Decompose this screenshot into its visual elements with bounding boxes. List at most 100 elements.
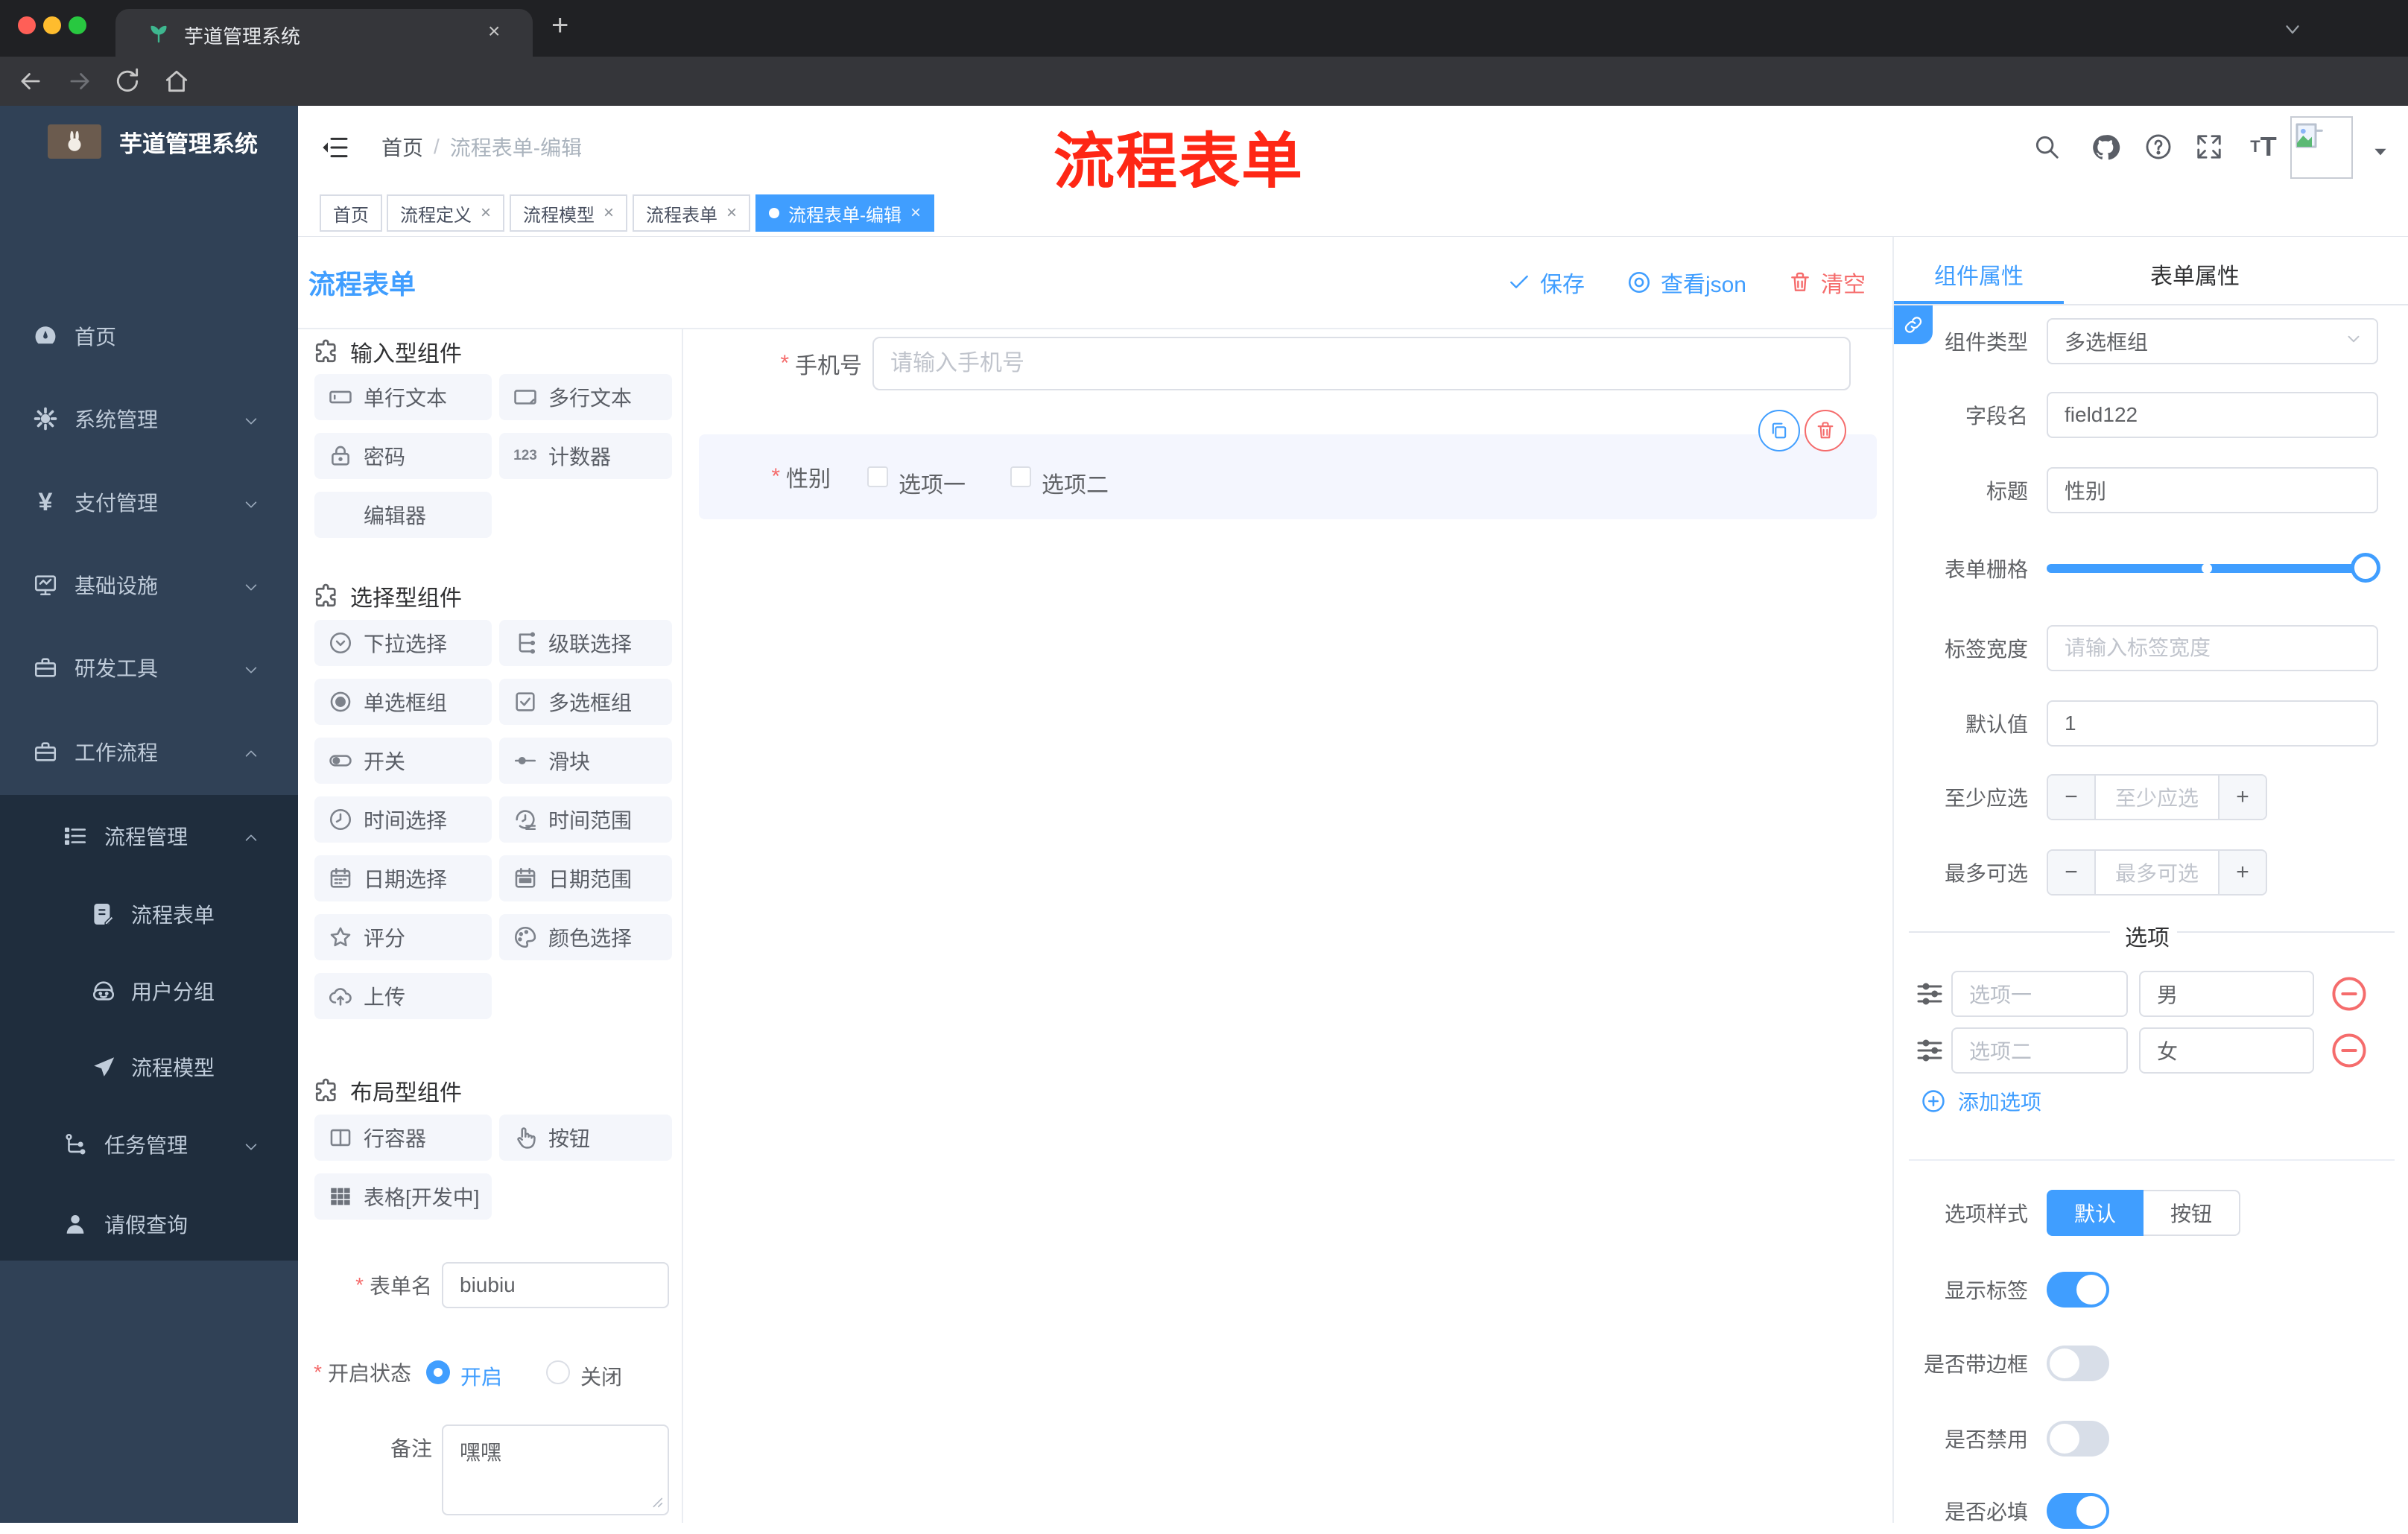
form-name-input[interactable] (442, 1262, 669, 1308)
browser-tab[interactable]: 芋道管理系统 × (115, 9, 533, 57)
component-row-container[interactable]: 行容器 (314, 1115, 492, 1161)
phone-input[interactable] (872, 337, 1851, 390)
remark-textarea[interactable]: 嘿嘿 (442, 1424, 669, 1515)
radio-off-unselected[interactable] (546, 1360, 570, 1384)
component-cascader[interactable]: 级联选择 (499, 620, 672, 666)
tab-form-props[interactable]: 表单属性 (2110, 247, 2280, 301)
component-slider[interactable]: 滑块 (499, 738, 672, 784)
label-width-input[interactable] (2047, 625, 2378, 671)
sidebar-item-process-form[interactable]: 流程表单 (0, 873, 298, 955)
close-icon[interactable]: × (910, 203, 921, 224)
gender-option2-checkbox[interactable] (1010, 466, 1031, 487)
component-rate[interactable]: 评分 (314, 914, 492, 960)
component-time-picker[interactable]: 时间选择 (314, 796, 492, 843)
add-option-button[interactable]: 添加选项 (1921, 1086, 2041, 1116)
sidebar-item-dev-tools[interactable]: 研发工具 (0, 627, 298, 709)
component-multi-line-text[interactable]: 多行文本 (499, 374, 672, 420)
component-button[interactable]: 按钮 (499, 1115, 672, 1161)
component-upload[interactable]: 上传 (314, 973, 492, 1019)
drag-handle-icon[interactable] (1915, 1036, 1945, 1065)
tab-component-props[interactable]: 组件属性 (1894, 247, 2064, 301)
sidebar-item-task-management[interactable]: 任务管理 (0, 1103, 298, 1185)
sidebar-item-home[interactable]: 首页 (0, 295, 298, 377)
home-icon[interactable] (162, 67, 191, 95)
sidebar-item-payment[interactable]: ¥ 支付管理 (0, 461, 298, 543)
style-default-button[interactable]: 默认 (2047, 1190, 2144, 1236)
gender-option2-label[interactable]: 选项二 (1042, 466, 1109, 499)
option2-label-input[interactable] (1951, 1027, 2128, 1074)
component-radio-group[interactable]: 单选框组 (314, 679, 492, 725)
component-date-range[interactable]: 日期范围 (499, 855, 672, 901)
chrome-chevron-down-icon[interactable] (2281, 18, 2304, 40)
copy-component-button[interactable] (1758, 410, 1800, 451)
component-counter[interactable]: 123 计数器 (499, 433, 672, 479)
component-time-range[interactable]: 时间范围 (499, 796, 672, 843)
tab-close-icon[interactable]: × (488, 19, 500, 43)
sidebar-item-leave-query[interactable]: 请假查询 (0, 1183, 298, 1265)
option2-value-input[interactable] (2139, 1027, 2314, 1074)
component-switch[interactable]: 开关 (314, 738, 492, 784)
field-name-input[interactable] (2047, 392, 2378, 438)
tag-process-definition[interactable]: 流程定义 × (387, 194, 505, 232)
close-icon[interactable]: × (481, 203, 491, 224)
clear-button[interactable]: 清空 (1788, 266, 1866, 299)
back-icon[interactable] (16, 67, 45, 95)
delete-component-button[interactable] (1805, 410, 1846, 451)
stepper-minus-button[interactable]: − (2048, 776, 2094, 819)
tag-process-model[interactable]: 流程模型 × (510, 194, 628, 232)
gender-option1-checkbox[interactable] (867, 466, 888, 487)
sidebar-logo[interactable]: 芋道管理系统 (48, 119, 286, 164)
window-close-button[interactable] (18, 16, 36, 34)
component-checkbox-group[interactable]: 多选框组 (499, 679, 672, 725)
component-select[interactable]: 下拉选择 (314, 620, 492, 666)
avatar-broken-image[interactable] (2290, 116, 2353, 179)
component-password[interactable]: 密码 (314, 433, 492, 479)
required-toggle[interactable] (2047, 1493, 2109, 1529)
font-size-icon[interactable]: TT (2244, 131, 2283, 162)
forward-icon[interactable] (66, 67, 94, 95)
slider-handle[interactable] (2351, 553, 2380, 583)
component-type-select[interactable]: 多选框组 (2047, 318, 2378, 364)
new-tab-button[interactable]: + (551, 9, 568, 42)
sidebar-item-workflow[interactable]: 工作流程 (0, 711, 298, 793)
gender-option1-label[interactable]: 选项一 (899, 466, 966, 499)
title-input[interactable] (2047, 467, 2378, 513)
stepper-minus-button[interactable]: − (2048, 851, 2094, 894)
grid-slider-track[interactable] (2047, 553, 2380, 583)
tag-home[interactable]: 首页 (320, 194, 382, 232)
view-json-button[interactable]: 查看json (1626, 266, 1746, 299)
drag-handle-icon[interactable] (1915, 979, 1945, 1009)
sidebar-item-process-model[interactable]: 流程模型 (0, 1026, 298, 1108)
option1-value-input[interactable] (2139, 971, 2314, 1017)
sidebar-item-user-groups[interactable]: 用户分组 (0, 950, 298, 1032)
selected-component-block[interactable]: * 性别 选项一 选项二 (699, 434, 1877, 519)
tag-process-form-edit[interactable]: 流程表单-编辑 × (755, 194, 935, 232)
save-button[interactable]: 保存 (1507, 266, 1585, 299)
component-color-picker[interactable]: 颜色选择 (499, 914, 672, 960)
window-minimize-button[interactable] (43, 16, 61, 34)
breadcrumb-home[interactable]: 首页 (381, 132, 423, 162)
option1-label-input[interactable] (1951, 971, 2128, 1017)
help-icon[interactable] (2144, 133, 2173, 161)
component-table-wip[interactable]: 表格[开发中] (314, 1173, 492, 1220)
style-button-button[interactable]: 按钮 (2144, 1190, 2240, 1236)
window-zoom-button[interactable] (69, 16, 86, 34)
radio-on-label[interactable]: 开启 (460, 1361, 502, 1391)
stepper-plus-button[interactable]: + (2220, 776, 2266, 819)
github-icon[interactable] (2091, 133, 2120, 161)
search-icon[interactable] (2032, 133, 2061, 161)
close-icon[interactable]: × (726, 203, 737, 224)
remove-option-icon[interactable] (2330, 1031, 2369, 1070)
fullscreen-icon[interactable] (2195, 133, 2223, 161)
max-select-input[interactable]: 最多可选 (2094, 851, 2220, 894)
radio-off-label[interactable]: 关闭 (580, 1361, 622, 1391)
sidebar-item-infrastructure[interactable]: 基础设施 (0, 544, 298, 626)
sidebar-item-process-management[interactable]: 流程管理 (0, 795, 298, 877)
show-label-toggle[interactable] (2047, 1272, 2109, 1308)
avatar-caret-down-icon[interactable] (2371, 142, 2390, 165)
radio-on-selected[interactable] (426, 1360, 450, 1384)
with-border-toggle[interactable] (2047, 1346, 2109, 1381)
tag-process-form[interactable]: 流程表单 × (633, 194, 751, 232)
close-icon[interactable]: × (603, 203, 614, 224)
default-value-input[interactable] (2047, 700, 2378, 747)
